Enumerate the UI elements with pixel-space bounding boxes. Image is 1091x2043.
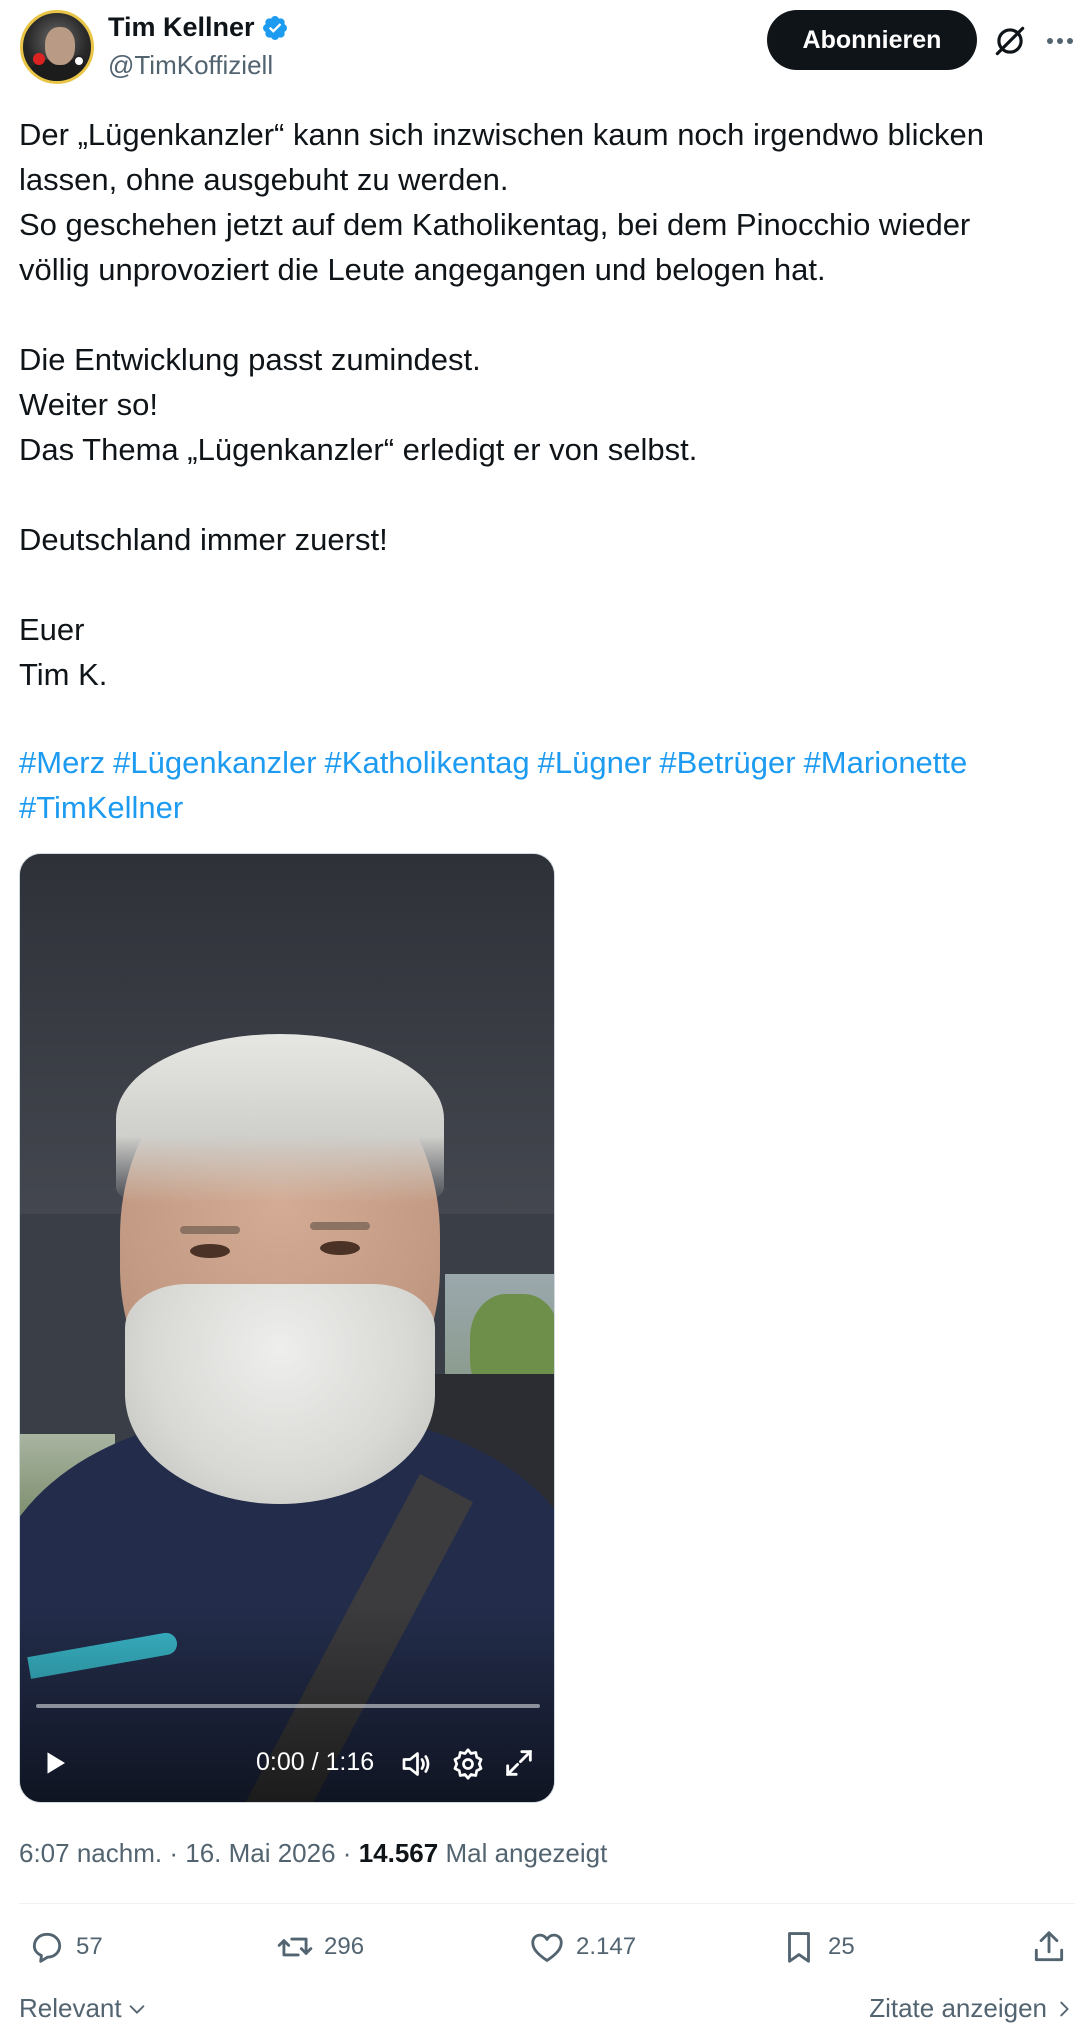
hashtag-link[interactable]: #Merz xyxy=(19,745,105,780)
replies-footer: Relevant Zitate anzeigen xyxy=(0,1985,1091,2035)
tweet-meta: 6:07 nachm. · 16. Mai 2026 · 14.567 Mal … xyxy=(19,1838,607,1869)
bookmark-button[interactable]: 25 xyxy=(780,1928,855,1966)
bookmark-icon xyxy=(788,1932,810,1963)
video-progress-bar[interactable] xyxy=(36,1704,540,1708)
tweet-header: Tim Kellner @TimKoffiziell Abonnieren xyxy=(0,0,1091,90)
sort-dropdown[interactable]: Relevant xyxy=(19,1993,148,2024)
tweet-text: Der „Lügenkanzler“ kann sich inzwischen … xyxy=(19,112,1069,697)
reply-icon xyxy=(32,1932,62,1963)
tweet-line: Euer xyxy=(19,612,85,647)
meta-separator: · xyxy=(169,1838,178,1868)
subscribe-button[interactable]: Abonnieren xyxy=(767,10,977,70)
quotes-label: Zitate anzeigen xyxy=(869,1993,1047,2023)
heart-icon xyxy=(531,1933,563,1962)
divider xyxy=(19,1903,1075,1904)
tweet-line: Der „Lügenkanzler“ kann sich inzwischen … xyxy=(19,117,984,152)
tweet-time[interactable]: 6:07 nachm. xyxy=(19,1838,162,1868)
video-player[interactable]: 0:00 / 1:16 xyxy=(19,853,555,1803)
tweet-line xyxy=(19,292,1069,337)
hashtag-link[interactable]: #Lügenkanzler xyxy=(113,745,316,780)
meta-separator: · xyxy=(342,1838,352,1868)
sort-label: Relevant xyxy=(19,1993,122,2023)
author-name-row[interactable]: Tim Kellner xyxy=(108,12,289,43)
share-icon[interactable] xyxy=(1030,1928,1068,1966)
bookmark-count: 25 xyxy=(828,1933,855,1960)
repost-icon xyxy=(277,1937,313,1957)
view-quotes-link[interactable]: Zitate anzeigen xyxy=(869,1993,1075,2024)
tweet-line: Deutschland immer zuerst! xyxy=(19,522,388,557)
chevron-right-icon xyxy=(1060,2001,1069,2016)
more-icon[interactable] xyxy=(1043,26,1077,56)
hashtags: #Merz #Lügenkanzler #Katholikentag #Lügner #… xyxy=(19,740,1069,830)
repost-count: 296 xyxy=(324,1933,365,1960)
view-count: 14.567 xyxy=(358,1838,439,1868)
hashtag-link[interactable]: #TimKellner xyxy=(19,790,183,825)
hashtag-link[interactable]: #Lügner xyxy=(538,745,652,780)
hashtag-link[interactable]: #Katholikentag xyxy=(325,745,530,780)
reply-count: 57 xyxy=(76,1933,103,1960)
grok-icon[interactable] xyxy=(991,22,1029,60)
tweet-line xyxy=(19,562,1069,607)
video-time: 0:00 / 1:16 xyxy=(256,1748,375,1776)
like-button[interactable]: 2.147 xyxy=(528,1928,636,1966)
action-bar: 57 296 2.147 25 xyxy=(0,1918,1091,1978)
verified-badge-icon xyxy=(262,15,287,40)
tweet-line xyxy=(19,472,1069,517)
settings-gear-icon[interactable] xyxy=(450,1746,486,1782)
tweet-line: Die Entwicklung passt zumindest. xyxy=(19,342,481,377)
hashtag-link[interactable]: #Marionette xyxy=(804,745,968,780)
repost-button[interactable]: 296 xyxy=(276,1928,364,1966)
reply-button[interactable]: 57 xyxy=(28,1928,103,1966)
tweet-line: Das Thema „Lügenkanzler“ erledigt er von… xyxy=(19,432,698,467)
tweet-date[interactable]: 16. Mai 2026 xyxy=(185,1838,335,1868)
video-controls: 0:00 / 1:16 xyxy=(20,1734,554,1794)
view-count-label: Mal angezeigt xyxy=(445,1838,608,1868)
tweet-line: lassen, ohne ausgebuht zu werden. xyxy=(19,162,509,197)
volume-icon[interactable] xyxy=(398,1746,434,1782)
fullscreen-icon[interactable] xyxy=(502,1746,536,1780)
author-handle[interactable]: @TimKoffiziell xyxy=(108,50,273,81)
tweet-line: So geschehen jetzt auf dem Katholikentag… xyxy=(19,207,971,242)
chevron-down-icon xyxy=(129,2004,144,2014)
tweet-line: völlig unprovoziert die Leute angegangen… xyxy=(19,252,826,287)
like-count: 2.147 xyxy=(576,1933,637,1960)
tweet-line: Tim K. xyxy=(19,657,108,692)
avatar[interactable] xyxy=(20,10,94,84)
author-display-name[interactable]: Tim Kellner xyxy=(108,12,255,43)
play-icon[interactable] xyxy=(40,1748,70,1778)
hashtag-link[interactable]: #Betrüger xyxy=(659,745,795,780)
tweet-line: Weiter so! xyxy=(19,387,158,422)
